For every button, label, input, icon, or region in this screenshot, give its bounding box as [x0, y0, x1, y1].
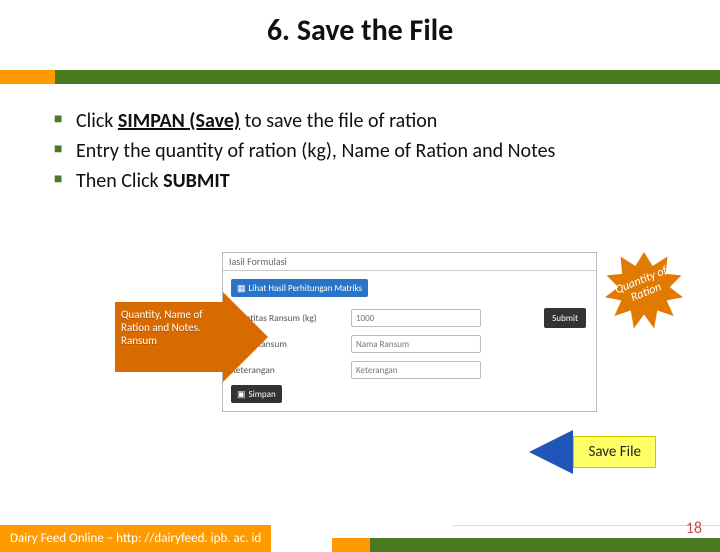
name-input[interactable]: Nama Ransum	[351, 335, 481, 353]
bullet-item: Then Click SUBMIT	[54, 168, 672, 194]
embedded-screenshot: Iasil Formulasi ▦Lihat Hasil Perhitungan…	[222, 252, 597, 412]
left-callout-text: Quantity, Name of Ration and Notes. Rans…	[115, 302, 225, 372]
save-callout-label: Save File	[573, 436, 656, 468]
panel-header: Iasil Formulasi	[223, 253, 596, 271]
simpan-button[interactable]: ▣Simpan	[231, 385, 282, 403]
page-number: 18	[686, 519, 702, 538]
notes-input[interactable]: Keterangan	[351, 361, 481, 379]
submit-button[interactable]: Submit	[544, 308, 586, 328]
arrow-left-icon	[529, 430, 573, 474]
footer-text: Dairy Feed Online – http: //dairyfeed. i…	[0, 525, 271, 552]
bullet-item: Entry the quantity of ration (kg), Name …	[54, 138, 672, 164]
left-callout-arrow: Quantity, Name of Ration and Notes. Rans…	[115, 292, 270, 382]
title-accent-bar	[0, 70, 720, 84]
bullet-list: Click SIMPAN (Save) to save the file of …	[54, 108, 672, 198]
quantity-input[interactable]: 1000	[351, 309, 481, 327]
bullet-item: Click SIMPAN (Save) to save the file of …	[54, 108, 672, 134]
starburst-callout: Quantity of Ration	[600, 252, 688, 330]
arrow-head-icon	[223, 292, 268, 382]
save-callout: Save File	[529, 430, 656, 474]
slide-title: 6. Save the File	[0, 12, 720, 49]
footer: Dairy Feed Online – http: //dairyfeed. i…	[0, 520, 720, 552]
